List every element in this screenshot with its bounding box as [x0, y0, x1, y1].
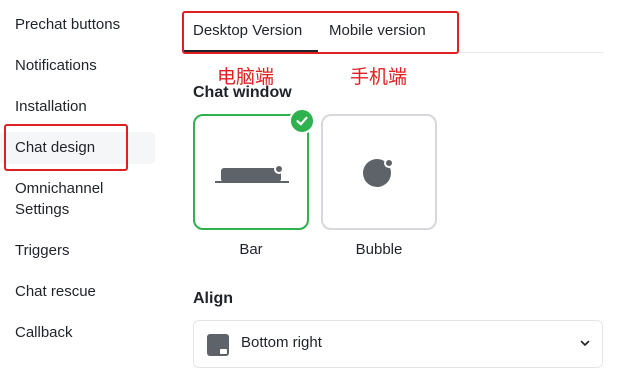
sidebar-item-prechat-buttons[interactable]: Prechat buttons: [15, 14, 120, 35]
sidebar-item-installation[interactable]: Installation: [15, 96, 87, 117]
bar-widget-icon: [215, 164, 289, 183]
sidebar-item-chat-design[interactable]: Chat design: [15, 137, 95, 158]
align-select[interactable]: Bottom right: [193, 320, 603, 368]
tab-mobile-version[interactable]: Mobile version: [329, 22, 426, 39]
sidebar-item-callback[interactable]: Callback: [15, 322, 73, 343]
tab-desktop-version[interactable]: Desktop Version: [193, 22, 302, 39]
chevron-down-icon: [580, 340, 590, 346]
sidebar-item-chat-rescue[interactable]: Chat rescue: [15, 281, 96, 302]
selected-check-icon: [289, 108, 315, 134]
chat-window-option-bubble[interactable]: [321, 114, 437, 230]
align-select-value: Bottom right: [241, 334, 322, 351]
tab-active-indicator: [184, 50, 318, 52]
align-title: Align: [193, 290, 233, 307]
chat-window-title: Chat window: [193, 84, 292, 101]
bubble-widget-icon: [363, 158, 394, 187]
bottom-right-position-icon: [207, 334, 229, 356]
sidebar-item-triggers[interactable]: Triggers: [15, 240, 69, 261]
tab-bar-divider: [184, 52, 604, 53]
chat-window-option-bar[interactable]: [193, 114, 309, 230]
option-label-bar: Bar: [239, 241, 263, 258]
annotation-mobile-cn: 手机端: [350, 66, 408, 88]
settings-sidebar: Prechat buttons Notifications Installati…: [0, 0, 160, 368]
option-label-bubble: Bubble: [355, 241, 403, 258]
sidebar-item-omnichannel-settings[interactable]: Omnichannel Settings: [15, 178, 103, 220]
sidebar-item-notifications[interactable]: Notifications: [15, 55, 97, 76]
